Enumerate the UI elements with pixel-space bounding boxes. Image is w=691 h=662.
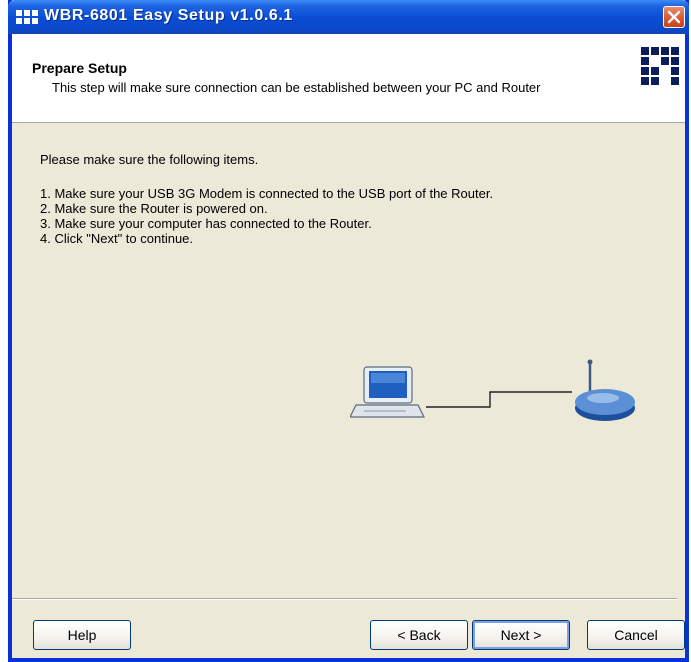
close-icon bbox=[667, 10, 681, 24]
back-button[interactable]: < Back bbox=[370, 620, 468, 650]
router-icon bbox=[575, 359, 635, 421]
instruction-item: 2. Make sure the Router is powered on. bbox=[40, 201, 268, 216]
title-bar[interactable]: WBR-6801 Easy Setup v1.0.6.1 bbox=[8, 0, 689, 34]
next-button[interactable]: Next > bbox=[472, 620, 570, 650]
app-icon bbox=[16, 10, 38, 25]
header-description: This step will make sure connection can … bbox=[52, 80, 541, 95]
intro-text: Please make sure the following items. bbox=[40, 152, 259, 167]
connection-cable bbox=[426, 391, 572, 408]
cancel-button[interactable]: Cancel bbox=[587, 620, 685, 650]
window-title: WBR-6801 Easy Setup v1.0.6.1 bbox=[44, 7, 293, 24]
instruction-item: 4. Click "Next" to continue. bbox=[40, 231, 194, 246]
levelone-logo bbox=[641, 47, 681, 85]
computer-icon bbox=[349, 366, 425, 418]
instruction-item: 3. Make sure your computer has connected… bbox=[40, 216, 372, 231]
wizard-header bbox=[12, 34, 685, 123]
close-button[interactable] bbox=[663, 6, 685, 28]
help-button[interactable]: Help bbox=[33, 620, 131, 650]
instruction-item: 1. Make sure your USB 3G Modem is connec… bbox=[40, 186, 494, 201]
connection-diagram bbox=[349, 355, 650, 435]
footer-separator bbox=[12, 598, 677, 600]
header-title: Prepare Setup bbox=[32, 60, 127, 76]
